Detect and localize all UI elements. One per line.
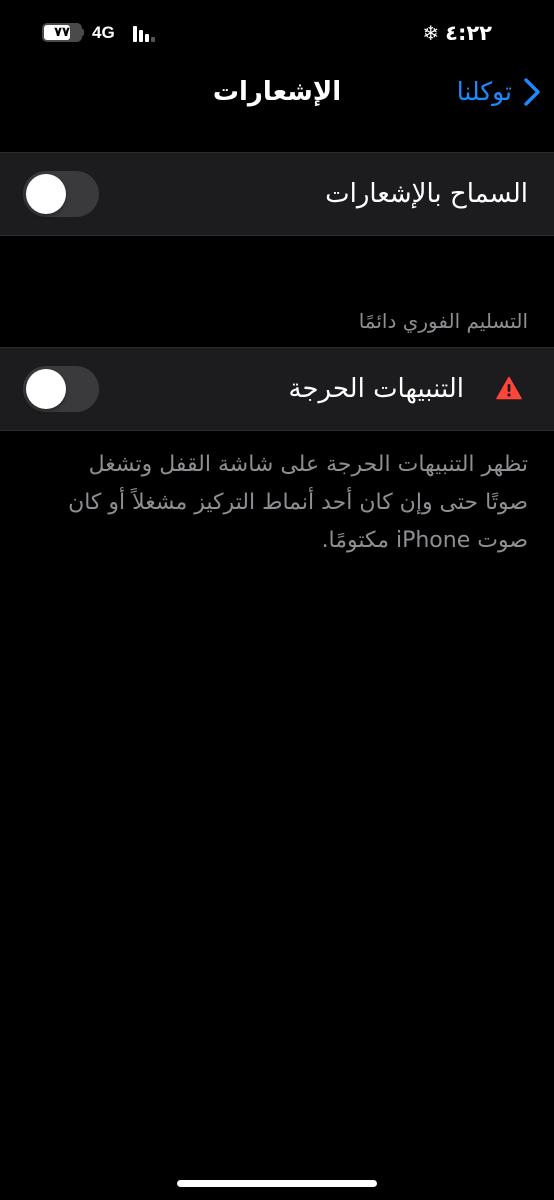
- toggle-knob: [26, 369, 66, 409]
- battery-level: ٧٧: [54, 25, 70, 40]
- signal-bar: [133, 26, 137, 42]
- nav-bar: الإشعارات توكلنا: [0, 64, 554, 120]
- critical-alerts-row: التنبيهات الحرجة: [0, 347, 554, 431]
- status-bar: ٧٧ 4G ❄ ٤:٢٢: [0, 0, 554, 64]
- battery-cap: [81, 29, 84, 36]
- battery-icon: ٧٧: [42, 23, 84, 42]
- clock-group: ❄ ٤:٢٢: [422, 19, 492, 47]
- back-button[interactable]: توكلنا: [457, 72, 542, 112]
- critical-alerts-description: تظهر التنبيهات الحرجة على شاشة القفل وتش…: [68, 452, 528, 553]
- network-type: 4G: [92, 23, 115, 42]
- allow-notifications-toggle[interactable]: [23, 171, 99, 217]
- signal-bar: [145, 34, 149, 42]
- snowflake-icon: ❄: [422, 21, 440, 45]
- signal-bar: [151, 37, 155, 42]
- clock: ٤:٢٢: [445, 21, 492, 45]
- critical-alerts-toggle[interactable]: [23, 366, 99, 412]
- allow-notifications-label: السماح بالإشعارات: [325, 179, 528, 209]
- warning-triangle-icon: [496, 376, 522, 400]
- back-button-label: توكلنا: [456, 77, 512, 106]
- immediate-delivery-header: التسليم الفوري دائمًا: [358, 309, 528, 333]
- critical-alerts-label: التنبيهات الحرجة: [288, 374, 464, 404]
- signal-bar: [139, 30, 143, 42]
- signal-bars-icon: [133, 26, 157, 42]
- toggle-knob: [26, 174, 66, 214]
- chevron-right-icon: [524, 78, 540, 106]
- home-indicator[interactable]: [177, 1180, 377, 1187]
- allow-notifications-row: السماح بالإشعارات: [0, 152, 554, 236]
